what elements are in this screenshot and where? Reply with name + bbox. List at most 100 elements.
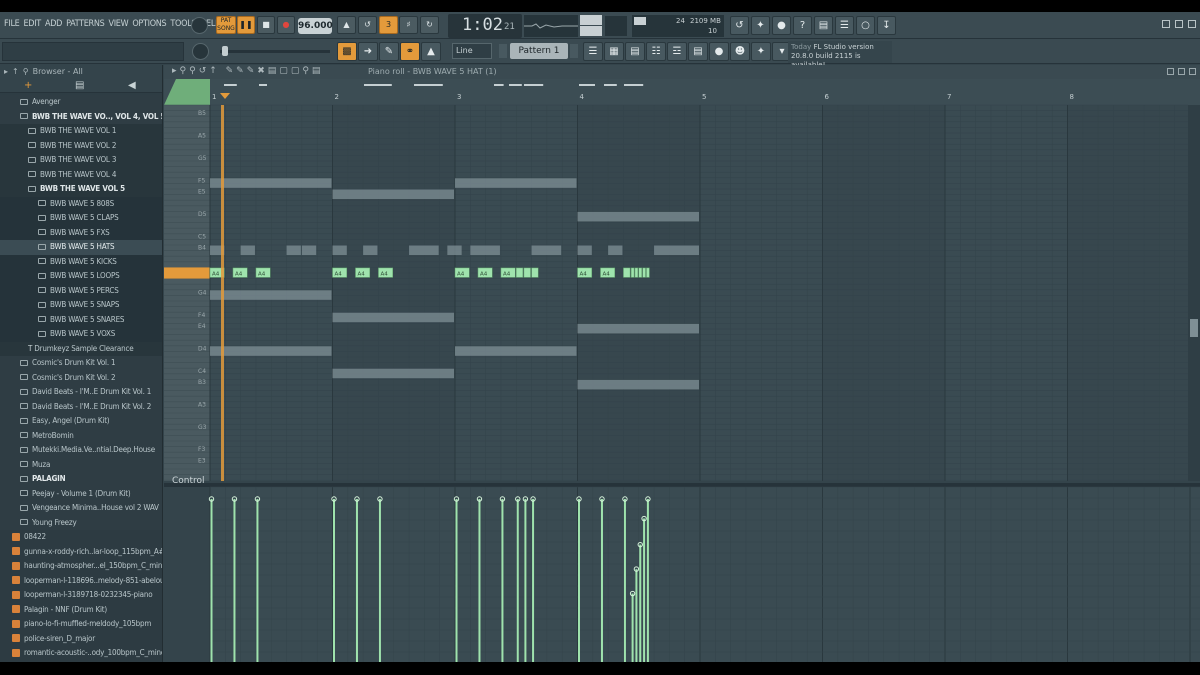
mixer-icon[interactable]: ☰ (835, 16, 854, 35)
news-panel[interactable]: Today FL Studio version 20.8.0 build 211… (788, 41, 892, 69)
eq-icon[interactable]: ☲ (667, 42, 687, 61)
blend-notes-icon[interactable]: ♯ (399, 16, 418, 34)
wand-icon[interactable]: ✦ (751, 42, 771, 61)
browser-item[interactable]: BWB WAVE 5 HATS (0, 240, 162, 255)
browser-item[interactable]: BWB WAVE 5 VOXS (0, 327, 162, 342)
browser-icon[interactable]: ▤ (688, 42, 708, 61)
browser-item[interactable]: BWB THE WAVE VOL 3 (0, 153, 162, 168)
channel-rack-icon[interactable]: ▤ (625, 42, 645, 61)
browser-item[interactable]: BWB WAVE 5 KICKS (0, 254, 162, 269)
browser-item[interactable]: David Beats - I'M..E Drum Kit Vol. 2 (0, 399, 162, 414)
pencil-icon[interactable]: ✎ (379, 42, 399, 61)
browser-item[interactable]: MetroBomin (0, 428, 162, 443)
browser-item[interactable]: Avenger (0, 95, 162, 110)
browser-item[interactable]: Mutekki.Media.Ve..ntial.Deep.House (0, 443, 162, 458)
browser-item[interactable]: Muza (0, 457, 162, 472)
menu-file[interactable]: FILE (4, 19, 20, 29)
mic-icon[interactable]: ● (772, 16, 791, 35)
note[interactable] (638, 267, 642, 278)
loop-record-icon[interactable]: ↻ (420, 16, 439, 34)
browser-item[interactable]: Cosmic's Drum Kit Vol. 2 (0, 370, 162, 385)
menu-add[interactable]: ADD (45, 19, 62, 29)
metronome-icon[interactable]: ▲ (337, 16, 356, 34)
slider-handle[interactable] (222, 46, 228, 56)
record-button[interactable]: ● (277, 16, 295, 34)
browser-search-icon[interactable]: ⚲ (23, 67, 29, 77)
highlighted-key[interactable] (164, 267, 210, 279)
pr-minimize-icon[interactable] (1167, 68, 1174, 75)
download-icon[interactable]: ↧ (877, 16, 896, 35)
note[interactable] (523, 267, 531, 278)
browser-item[interactable]: romantic-acoustic-..ody_100bpm_C_minor (0, 646, 162, 661)
pr-close-icon[interactable] (1189, 68, 1196, 75)
browser-item[interactable]: looperman-l-118696..melody-851-abelouis (0, 573, 162, 588)
note[interactable] (634, 267, 639, 278)
master-pitch-slider[interactable] (220, 50, 330, 53)
browser-item[interactable]: T Drumkeyz Sample Clearance (0, 341, 162, 356)
menu-options[interactable]: OPTIONS (132, 19, 166, 29)
undo-icon[interactable]: ↺ (730, 16, 749, 35)
save-icon[interactable]: ▤ (814, 16, 833, 35)
browser-item[interactable]: BWB THE WAVE VOL 2 (0, 138, 162, 153)
browser-item[interactable]: smooth-quiet-melo..here_90bpm_C_minor (0, 660, 162, 662)
minimize-icon[interactable] (1162, 20, 1170, 28)
person-icon[interactable]: ☻ (730, 42, 750, 61)
tempo-display[interactable]: 96.000 (298, 18, 333, 34)
pattern-prev-icon[interactable] (499, 44, 507, 58)
browser-item[interactable]: BWB THE WAVE VOL 5 (0, 182, 162, 197)
timeline-bar[interactable] (164, 79, 1200, 105)
menu-edit[interactable]: EDIT (23, 19, 41, 29)
wait-input-icon[interactable]: ↺ (358, 16, 377, 34)
browser-item[interactable]: BWB THE WAVE VOL 1 (0, 124, 162, 139)
mixer-view-icon[interactable]: ☷ (646, 42, 666, 61)
pattern-add-icon[interactable] (570, 44, 578, 58)
note[interactable] (531, 267, 539, 278)
browser-item[interactable]: PALAGIN (0, 472, 162, 487)
main-volume-knob[interactable] (191, 17, 208, 34)
note[interactable] (646, 267, 650, 278)
piano-roll-tools[interactable]: ▸⚲⚲↺↑ ✎✎✎✖▤▢▢⚲▤ (172, 66, 323, 76)
browser-item[interactable]: BWB THE WAVE VO.., VOL 4, VOL 5 (0, 109, 162, 124)
piano-roll-canvas[interactable]: 1 2 3 4 5 6 7 8 B5 A5 G5 F5 E5 D5 C5 B4 A4 G4 F4 E4 D4 C4 B3 A3… (164, 79, 1200, 662)
playlist-icon[interactable]: ☰ (583, 42, 603, 61)
snap-select[interactable]: Line (452, 43, 492, 59)
stamp-icon[interactable]: ▲ (421, 42, 441, 61)
scrollbar-thumb[interactable] (1190, 319, 1198, 337)
pat-song-toggle[interactable]: PAT SONG (216, 16, 236, 34)
pattern-selector[interactable]: Pattern 1 (510, 43, 568, 59)
master-volume-knob[interactable] (192, 43, 209, 60)
close-icon[interactable] (1188, 20, 1196, 28)
browser-item[interactable]: BWB WAVE 5 808S (0, 196, 162, 211)
file-icon[interactable]: ▤ (75, 80, 84, 91)
browser-item[interactable]: 08422 (0, 530, 162, 545)
master-pitch[interactable] (605, 16, 627, 36)
plugin-icon[interactable]: ● (709, 42, 729, 61)
browser-item[interactable]: BWB WAVE 5 CLAPS (0, 211, 162, 226)
browser-item[interactable]: police-siren_D_major (0, 631, 162, 646)
piano-roll-icon[interactable]: ▩ (337, 42, 357, 61)
chat-icon[interactable]: ○ (856, 16, 875, 35)
vertical-scrollbar[interactable] (1188, 105, 1200, 481)
menu-patterns[interactable]: PATTERNS (66, 19, 105, 29)
browser-item[interactable]: BWB WAVE 5 LOOPS (0, 269, 162, 284)
browser-item[interactable]: Easy, Angel (Drum Kit) (0, 414, 162, 429)
browser-item[interactable]: haunting-atmospher...el_150bpm_C_minor (0, 559, 162, 574)
browser-item[interactable]: Cosmic's Drum Kit Vol. 1 (0, 356, 162, 371)
browser-item[interactable]: gunna-x-roddy-rich..lar-loop_115bpm_A# (0, 544, 162, 559)
browser-item[interactable]: Young Freezy (0, 515, 162, 530)
note[interactable] (516, 267, 524, 278)
browser-item[interactable]: BWB WAVE 5 SNARES (0, 312, 162, 327)
help-icon[interactable]: ? (793, 16, 812, 35)
note[interactable] (642, 267, 646, 278)
browser-arrow-icon[interactable]: ▸ (4, 67, 8, 77)
link-icon[interactable]: ⚭ (400, 42, 420, 61)
velocity-area[interactable] (210, 487, 1200, 662)
play-button[interactable]: ❚❚ (237, 16, 255, 34)
browser-item[interactable]: BWB WAVE 5 PERCS (0, 283, 162, 298)
menu-view[interactable]: VIEW (108, 19, 128, 29)
browser-up-icon[interactable]: ↑ (12, 67, 19, 77)
stop-button[interactable]: ■ (257, 16, 275, 34)
next-icon[interactable]: ➜ (358, 42, 378, 61)
browser-item[interactable]: BWB WAVE 5 SNAPS (0, 298, 162, 313)
browser-item[interactable]: looperman-l-3189718-0232345-piano (0, 588, 162, 603)
